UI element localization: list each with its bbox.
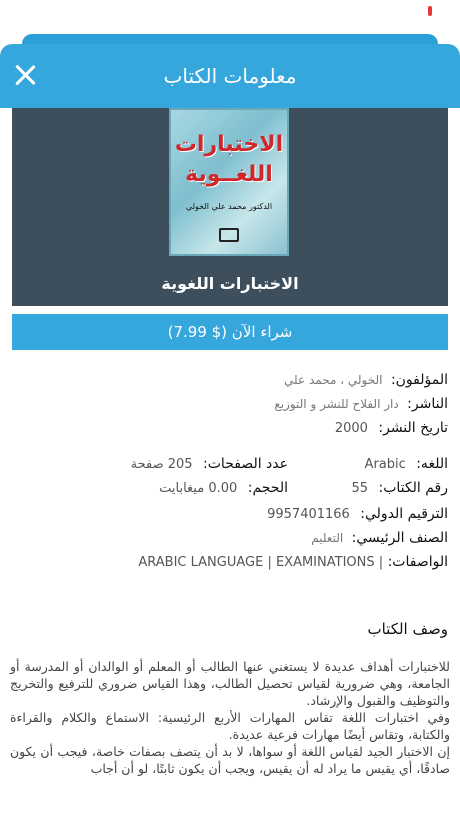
cover-title-line2: اللغــوية	[185, 162, 273, 187]
date-label: تاريخ النشر:	[378, 420, 448, 436]
publisher-row: الناشر: دار الفلاح للنشر و التوزيع	[12, 394, 448, 414]
size-label: الحجم:	[247, 480, 288, 496]
publisher-label: الناشر:	[407, 396, 448, 412]
cover-title: الاختبارات اللغــوية	[171, 130, 287, 190]
size-value: 0.00 ميغابايت	[159, 481, 238, 496]
description-paragraph: للاختبارات أهداف عديدة لا يستغني عنها ال…	[10, 659, 450, 708]
tags-row: الواصفات: ARABIC LANGUAGE | EXAMINATIONS…	[12, 552, 448, 573]
category-value[interactable]: التعليم	[311, 531, 343, 545]
recording-indicator	[428, 6, 432, 16]
book-title: الاختبارات اللغوية	[161, 274, 299, 293]
tags-label: الواصفات:	[387, 554, 448, 570]
author-label: المؤلفون:	[390, 372, 448, 388]
date-row: تاريخ النشر: 2000	[12, 418, 448, 439]
buy-now-button[interactable]: شراء الآن ($ 7.99)	[12, 314, 448, 350]
close-icon[interactable]	[14, 64, 36, 86]
cover-title-line1: الاختبارات	[174, 132, 284, 157]
publisher-value[interactable]: دار الفلاح للنشر و التوزيع	[274, 397, 398, 411]
publisher-logo-icon	[219, 228, 239, 242]
booknumber-size-row: رقم الكتاب: 55 الحجم: 0.00 ميغابايت	[12, 480, 448, 500]
book-number-label: رقم الكتاب:	[378, 480, 449, 496]
description-paragraph: وفي اختبارات اللغة تقاس المهارات الأربع …	[10, 710, 450, 742]
category-label: الصنف الرئيسي:	[351, 530, 448, 546]
book-description: للاختبارات أهداف عديدة لا يستغني عنها ال…	[10, 658, 450, 777]
book-info-modal: معلومات الكتاب الاختبارات اللغــوية الدك…	[0, 44, 460, 818]
tags-value[interactable]: ARABIC LANGUAGE | EXAMINATIONS |	[138, 555, 383, 570]
isbn-value: 9957401166	[267, 507, 350, 522]
isbn-label: الترقيم الدولي:	[360, 506, 448, 522]
author-row: المؤلفون: الخولي ، محمد علي	[12, 370, 448, 390]
language-pages-row: اللغه: Arabic عدد الصفحات: 205 صفحة	[12, 456, 448, 476]
description-paragraph: إن الاختبار الجيد لقياس اللغة أو سواها، …	[10, 744, 450, 776]
modal-header: معلومات الكتاب	[0, 44, 460, 108]
book-number-value: 55	[351, 481, 369, 496]
date-value: 2000	[334, 421, 368, 436]
status-bar	[0, 0, 460, 22]
book-cover-image: الاختبارات اللغــوية الدكتور محمد علي ال…	[169, 108, 289, 256]
description-title: وصف الكتاب	[367, 620, 448, 638]
language-label: اللغه:	[416, 456, 448, 472]
cover-author: الدكتور محمد علي الخولي	[185, 202, 273, 211]
pages-label: عدد الصفحات:	[203, 456, 288, 472]
page-title: معلومات الكتاب	[163, 64, 297, 88]
category-row: الصنف الرئيسي: التعليم	[12, 528, 448, 548]
pages-value: 205 صفحة	[130, 457, 193, 472]
language-value: Arabic	[364, 457, 406, 472]
author-value[interactable]: الخولي ، محمد علي	[284, 373, 382, 387]
book-hero: الاختبارات اللغــوية الدكتور محمد علي ال…	[12, 108, 448, 306]
isbn-row: الترقيم الدولي: 9957401166	[12, 504, 448, 525]
